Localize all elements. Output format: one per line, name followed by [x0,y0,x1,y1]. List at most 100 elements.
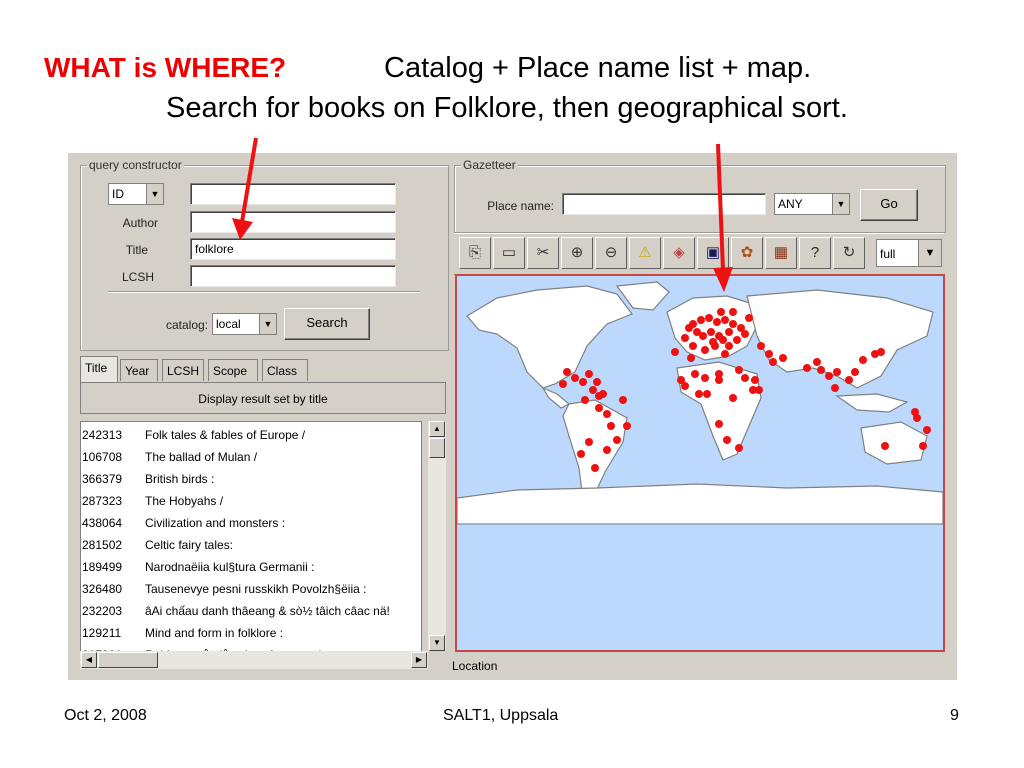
place-marker[interactable] [813,358,821,366]
table-row[interactable]: 287323 The Hobyahs / [81,490,421,512]
place-marker[interactable] [769,358,777,366]
place-marker[interactable] [725,328,733,336]
new-layer-button[interactable]: ⎘ [459,237,491,269]
place-marker[interactable] [803,364,811,372]
place-marker[interactable] [585,438,593,446]
place-marker[interactable] [733,336,741,344]
place-marker[interactable] [623,422,631,430]
scroll-right-icon[interactable]: ▶ [411,652,427,668]
tab-year[interactable]: Year [120,359,158,381]
place-marker[interactable] [715,376,723,384]
scroll-left-icon[interactable]: ◀ [81,652,97,668]
place-marker[interactable] [595,392,603,400]
place-marker[interactable] [723,436,731,444]
place-marker[interactable] [613,436,621,444]
place-marker[interactable] [919,442,927,450]
place-marker[interactable] [579,378,587,386]
place-marker[interactable] [845,376,853,384]
title-input[interactable]: folklore [190,238,396,260]
place-marker[interactable] [701,374,709,382]
place-marker[interactable] [881,442,889,450]
paint-palette-button[interactable]: ✿ [731,237,763,269]
place-marker[interactable] [701,346,709,354]
place-marker[interactable] [851,368,859,376]
place-marker[interactable] [671,348,679,356]
search-button[interactable]: Search [284,308,370,340]
field-select[interactable]: ID ▼ [108,183,164,205]
place-marker[interactable] [729,308,737,316]
place-marker[interactable] [681,334,689,342]
table-row[interactable]: 242313 Folk tales & fables of Europe / [81,424,421,446]
place-marker[interactable] [585,370,593,378]
place-marker[interactable] [595,404,603,412]
table-row[interactable]: 366379 British birds : [81,468,421,490]
place-marker[interactable] [721,316,729,324]
place-marker[interactable] [779,354,787,362]
place-marker[interactable] [729,320,737,328]
help-button[interactable]: ? [799,237,831,269]
place-marker[interactable] [687,354,695,362]
place-marker[interactable] [713,318,721,326]
place-marker[interactable] [591,464,599,472]
place-marker[interactable] [831,384,839,392]
catalog-select[interactable]: local ▼ [212,313,277,335]
place-marker[interactable] [735,444,743,452]
chevron-down-icon[interactable]: ▼ [832,194,849,214]
results-scrollbar[interactable]: ▲ ▼ [428,421,446,651]
place-marker[interactable] [715,420,723,428]
place-marker[interactable] [757,342,765,350]
chevron-down-icon[interactable]: ▼ [918,240,941,266]
place-marker[interactable] [859,356,867,364]
place-marker[interactable] [745,314,753,322]
place-marker[interactable] [765,350,773,358]
hscroll-thumb[interactable] [98,652,158,668]
map-layers-button[interactable]: ▦ [765,237,797,269]
place-marker[interactable] [695,390,703,398]
place-marker[interactable] [571,374,579,382]
color-picker-button[interactable]: ◈ [663,237,695,269]
table-row[interactable]: 326480 Tausenevye pesni russkikh Povolzh§… [81,578,421,600]
place-marker[interactable] [603,446,611,454]
place-marker[interactable] [577,450,585,458]
table-row[interactable]: 189499 Narodnaëiia kul§tura Germanii : [81,556,421,578]
refresh-button[interactable]: ↻ [833,237,865,269]
place-marker[interactable] [721,350,729,358]
id-input[interactable] [190,183,396,205]
author-input[interactable] [190,211,396,233]
place-marker[interactable] [703,390,711,398]
place-marker[interactable] [911,408,919,416]
scroll-up-icon[interactable]: ▲ [429,421,445,437]
place-marker[interactable] [677,376,685,384]
screen-button[interactable]: ▣ [697,237,729,269]
results-list[interactable]: 242313 Folk tales & fables of Europe / 106… [80,421,422,653]
place-marker[interactable] [729,394,737,402]
world-map[interactable] [455,274,945,652]
place-marker[interactable] [691,370,699,378]
tab-title[interactable]: Title [80,356,118,382]
chevron-down-icon[interactable]: ▼ [146,184,163,204]
place-marker[interactable] [707,328,715,336]
place-marker[interactable] [589,386,597,394]
zoom-select[interactable]: full ▼ [876,239,942,267]
go-button[interactable]: Go [860,189,918,221]
place-scope-select[interactable]: ANY ▼ [774,193,850,215]
place-marker[interactable] [741,374,749,382]
chevron-down-icon[interactable]: ▼ [259,314,276,334]
place-marker[interactable] [725,342,733,350]
place-marker[interactable] [741,330,749,338]
tab-lcsh[interactable]: LCSH [162,359,204,381]
place-marker[interactable] [751,376,759,384]
world-map-svg[interactable] [457,276,943,650]
table-row[interactable]: 106708 The ballad of Mulan / [81,446,421,468]
place-marker[interactable] [709,338,717,346]
place-marker[interactable] [559,380,567,388]
open-folder-button[interactable]: ▭ [493,237,525,269]
warning-button[interactable]: ⚠ [629,237,661,269]
place-marker[interactable] [603,410,611,418]
place-marker[interactable] [607,422,615,430]
place-marker[interactable] [825,372,833,380]
place-marker[interactable] [705,314,713,322]
lcsh-input[interactable] [190,265,396,287]
place-name-input[interactable] [562,193,766,215]
table-row[interactable]: 281502 Celtic fairy tales: [81,534,421,556]
